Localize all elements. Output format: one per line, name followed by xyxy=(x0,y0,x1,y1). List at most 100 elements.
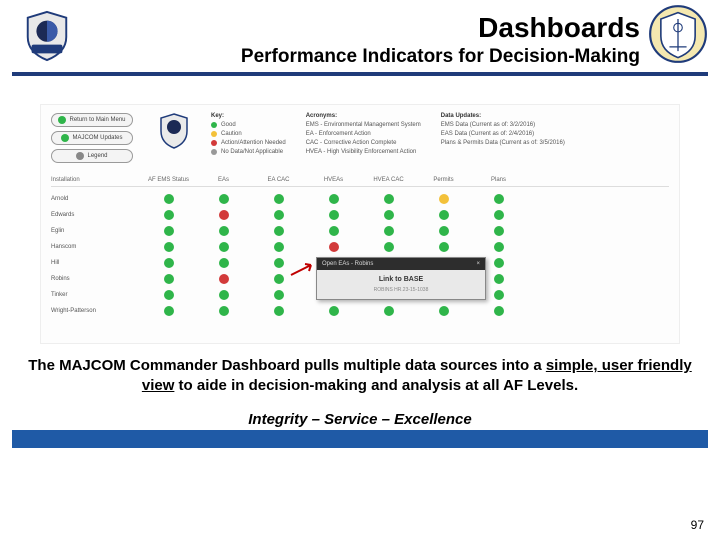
acronym-line: CAC - Corrective Action Complete xyxy=(306,140,421,146)
acronym-line: HVEA - High Visibility Enforcement Actio… xyxy=(306,149,421,155)
col-hveacac: HVEA CAC xyxy=(361,177,416,183)
status-dot xyxy=(439,306,449,316)
caption-part1: The MAJCOM Commander Dashboard pulls mul… xyxy=(28,357,546,374)
acronyms-block: Acronyms: EMS - Environmental Management… xyxy=(306,113,421,155)
table-header: Installation AF EMS Status EAs EA CAC HV… xyxy=(51,177,669,187)
key-action: Action/Attention Needed xyxy=(221,140,286,146)
status-dot xyxy=(274,290,284,300)
status-dot xyxy=(494,226,504,236)
status-dot xyxy=(494,258,504,268)
update-line: EAS Data (Current as of: 2/4/2016) xyxy=(441,131,565,137)
status-dot xyxy=(274,306,284,316)
popup-titlebar: Open EAs - Robins × xyxy=(317,258,485,270)
motto-wrap: Integrity – Service – Excellence xyxy=(0,411,720,448)
row-name: Wright-Patterson xyxy=(51,308,141,314)
status-dot xyxy=(219,226,229,236)
button-stack: Return to Main Menu MAJCOM Updates Legen… xyxy=(51,113,133,163)
col-ems: AF EMS Status xyxy=(141,177,196,183)
arrow-icon xyxy=(58,116,66,124)
popup-body: Link to BASE ROBINS HR.23-15-1038 xyxy=(317,270,485,299)
col-eas: EAs xyxy=(196,177,251,183)
col-permits: Permits xyxy=(416,177,471,183)
status-dot xyxy=(164,242,174,252)
row-name: Robins xyxy=(51,276,141,282)
status-dot xyxy=(384,210,394,220)
legend-button[interactable]: Legend xyxy=(51,149,133,163)
status-dot xyxy=(329,226,339,236)
status-dot xyxy=(219,242,229,252)
caption: The MAJCOM Commander Dashboard pulls mul… xyxy=(0,344,720,405)
col-hveas: HVEAs xyxy=(306,177,361,183)
status-dot xyxy=(164,306,174,316)
key-caution: Caution xyxy=(221,131,242,137)
status-dot xyxy=(274,258,284,268)
seal-left xyxy=(12,6,82,66)
table-row: Hanscom xyxy=(51,239,669,255)
status-dot xyxy=(329,306,339,316)
col-installation: Installation xyxy=(51,177,141,183)
status-dot xyxy=(219,306,229,316)
status-dot xyxy=(219,274,229,284)
header-rule xyxy=(12,72,708,76)
afcec-seal-icon xyxy=(648,4,708,64)
close-icon[interactable]: × xyxy=(476,261,480,267)
status-dot xyxy=(274,242,284,252)
acronyms-heading: Acronyms: xyxy=(306,113,421,119)
updates-label: MAJCOM Updates xyxy=(72,135,122,141)
callout-arrow xyxy=(289,261,317,279)
table-row: Edwards xyxy=(51,207,669,223)
page-subtitle: Performance Indicators for Decision-Maki… xyxy=(82,46,640,68)
status-dot xyxy=(329,194,339,204)
dot-yellow-icon xyxy=(211,131,217,137)
popup-bar-label: Open EAs - Robins xyxy=(322,261,373,267)
shield-icon xyxy=(18,10,76,62)
row-name: Arnold xyxy=(51,196,141,202)
popup-link-title[interactable]: Link to BASE xyxy=(323,276,479,283)
row-name: Hanscom xyxy=(51,244,141,250)
status-table: Installation AF EMS Status EAs EA CAC HV… xyxy=(41,171,679,329)
key-good: Good xyxy=(221,122,236,128)
status-dot xyxy=(439,226,449,236)
col-eacac: EA CAC xyxy=(251,177,306,183)
status-dot xyxy=(439,242,449,252)
status-dot xyxy=(494,242,504,252)
arrow-icon xyxy=(289,261,317,277)
status-dot xyxy=(329,210,339,220)
center-shield xyxy=(157,113,191,151)
status-dot xyxy=(494,306,504,316)
status-dot xyxy=(384,306,394,316)
dot-green-icon xyxy=(211,122,217,128)
status-dot xyxy=(494,290,504,300)
dashboard-top-bar: Return to Main Menu MAJCOM Updates Legen… xyxy=(41,105,679,171)
dashboard-screenshot: Return to Main Menu MAJCOM Updates Legen… xyxy=(40,104,680,344)
footer-bar xyxy=(12,430,708,448)
updates-heading: Data Updates: xyxy=(441,113,565,119)
data-updates-block: Data Updates: EMS Data (Current as of: 3… xyxy=(441,113,565,146)
status-dot xyxy=(274,210,284,220)
key-legend: Key: Good Caution Action/Attention Neede… xyxy=(211,113,286,155)
row-name: Edwards xyxy=(51,212,141,218)
status-dot xyxy=(164,274,174,284)
updates-button[interactable]: MAJCOM Updates xyxy=(51,131,133,145)
status-dot xyxy=(439,210,449,220)
acronym-line: EMS - Environmental Management System xyxy=(306,122,421,128)
status-dot xyxy=(164,194,174,204)
status-dot xyxy=(274,274,284,284)
status-dot xyxy=(219,258,229,268)
row-name: Tinker xyxy=(51,292,141,298)
caption-part2: to aide in decision-making and analysis … xyxy=(174,377,578,394)
status-dot xyxy=(384,242,394,252)
status-dot xyxy=(219,194,229,204)
table-row: Arnold xyxy=(51,191,669,207)
return-button[interactable]: Return to Main Menu xyxy=(51,113,133,127)
key-nodata: No Data/Not Applicable xyxy=(221,149,283,155)
seal-right xyxy=(648,6,708,62)
page-title: Dashboards xyxy=(82,12,640,44)
status-dot xyxy=(164,258,174,268)
status-dot xyxy=(274,226,284,236)
return-label: Return to Main Menu xyxy=(69,117,125,123)
col-plans: Plans xyxy=(471,177,526,183)
status-dot xyxy=(494,210,504,220)
popup-sub: ROBINS HR.23-15-1038 xyxy=(323,287,479,293)
dot-icon xyxy=(76,152,84,160)
